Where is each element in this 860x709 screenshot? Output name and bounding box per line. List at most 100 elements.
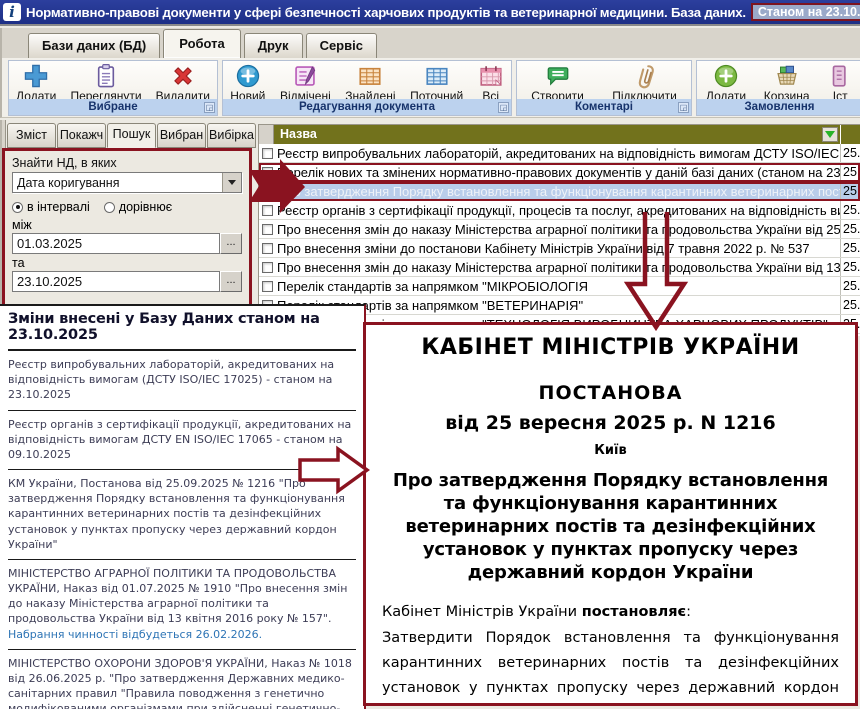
dropdown-value: Дата коригування <box>13 173 222 192</box>
date-from-input[interactable]: 01.03.2025 <box>12 233 220 254</box>
doc-marked-button[interactable]: Відмічені <box>276 62 335 104</box>
list-header-name: Назва <box>274 125 822 144</box>
doc-city: Київ <box>382 443 839 458</box>
date-to-input[interactable]: 23.10.2025 <box>12 271 220 292</box>
doc-body: Кабінет Міністрів України постановляє: З… <box>382 600 839 706</box>
status-date-badge: Станом на 23.10.2025 <box>751 3 860 21</box>
favorites-delete-button[interactable]: Видалити <box>152 62 214 104</box>
doc-title: Про затвердження Порядку встановлення та… <box>382 469 839 584</box>
menu-tab-databases[interactable]: Бази даних (БД) <box>28 33 160 58</box>
radio-interval-label: в інтервалі <box>27 200 90 214</box>
order-history-button[interactable]: Іст <box>823 62 857 104</box>
effective-date-note: Набрання чинності відбудеться 26.02.2026… <box>8 628 262 641</box>
list-item: МІНІСТЕРСТВО ОХОРОНИ ЗДОРОВ'Я УКРАЇНИ, Н… <box>8 650 356 709</box>
toolbar-group-title: Вибране <box>88 101 137 113</box>
toolbar-group-orders: Додати Корзина Іст Замовлення <box>696 60 860 116</box>
doc-all-button[interactable]: Всі <box>474 62 508 104</box>
table-row[interactable]: Про внесення змін до наказу Міністерства… <box>259 258 860 277</box>
table-row-selected[interactable]: Про затвердження Порядку встановлення та… <box>259 182 860 201</box>
row-checkbox[interactable] <box>262 281 273 292</box>
speech-bubble-icon <box>545 63 571 89</box>
toolbar-group-document-editing: Новий Відмічені Знайдені Поточний Всі <box>222 60 512 116</box>
add-circle-plus-icon <box>713 63 739 89</box>
doc-found-button[interactable]: Знайдені <box>341 62 399 104</box>
row-checkbox[interactable] <box>262 224 273 235</box>
sidebar-tab-search[interactable]: Пошук <box>107 123 156 148</box>
sidebar-tab-contents[interactable]: Зміст <box>7 123 56 148</box>
order-basket-button[interactable]: Корзина <box>760 62 814 104</box>
menu-tab-work[interactable]: Робота <box>163 29 241 58</box>
table-row[interactable]: Перелік нових та змінених нормативно-пра… <box>259 163 860 182</box>
doc-issuer-heading: КАБІНЕТ МІНІСТРІВ УКРАЇНИ <box>382 335 839 360</box>
doc-type-heading: ПОСТАНОВА <box>382 382 839 404</box>
new-circle-plus-icon <box>235 63 261 89</box>
table-row[interactable]: Про внесення змін до наказу Міністерства… <box>259 220 860 239</box>
comment-attach-button[interactable]: Підключити <box>608 62 681 104</box>
sidebar-tab-selected[interactable]: Вибран <box>157 123 206 148</box>
order-add-button[interactable]: Додати <box>702 62 750 104</box>
doc-new-button[interactable]: Новий <box>226 62 269 104</box>
titlebar: i Нормативно-правові документи у сфері б… <box>0 0 860 26</box>
history-icon <box>827 63 853 89</box>
search-field-dropdown[interactable]: Дата коригування <box>12 172 242 193</box>
sidebar-tab-selection[interactable]: Вибірка <box>207 123 256 148</box>
changes-panel-title: Зміни внесені у Базу Даних станом на 23.… <box>8 306 356 351</box>
toolbar-group-title: Коментарі <box>575 101 633 113</box>
row-checkbox[interactable] <box>262 205 273 216</box>
current-table-icon <box>424 63 450 89</box>
list-header-date <box>840 125 860 144</box>
chevron-down-icon[interactable] <box>222 173 241 192</box>
radio-equals[interactable]: дорівнює <box>104 200 172 214</box>
date-from-browse-button[interactable]: ... <box>220 233 242 254</box>
document-view: КАБІНЕТ МІНІСТРІВ УКРАЇНИ ПОСТАНОВА від … <box>363 322 858 706</box>
date-from-label: між <box>12 218 242 232</box>
comment-create-button[interactable]: Створити <box>527 62 588 104</box>
radio-dot-icon <box>104 202 115 213</box>
table-row[interactable]: Перелік стандартів за напрямком "МІКРОБІ… <box>259 277 860 296</box>
paperclip-icon <box>632 63 658 89</box>
favorites-view-button[interactable]: Переглянути <box>66 62 145 104</box>
table-row[interactable]: Реєстр органів з сертифікації продукції,… <box>259 201 860 220</box>
window-title: Нормативно-правові документи у сфері без… <box>26 5 746 20</box>
search-panel: Знайти НД, в яких Дата коригування в інт… <box>2 148 252 310</box>
doc-current-button[interactable]: Поточний <box>406 62 467 104</box>
list-item: КМ України, Постанова від 25.09.2025 № 1… <box>8 470 356 560</box>
app-icon: i <box>3 3 21 21</box>
dialog-launcher-icon[interactable]: ◲ <box>204 102 215 113</box>
doc-body-paragraph: Затвердити Порядок встановлення та функц… <box>382 626 839 706</box>
row-checkbox[interactable] <box>262 262 273 273</box>
list-header[interactable]: Назва <box>259 125 860 144</box>
sidebar-tab-index[interactable]: Покажч <box>57 123 106 148</box>
row-checkbox[interactable] <box>262 243 273 254</box>
toolbar-group-favorites: Додати Переглянути Видалити Вибране ◲ <box>8 60 218 116</box>
radio-interval[interactable]: в інтервалі <box>12 200 90 214</box>
menu-tab-print[interactable]: Друк <box>244 33 303 58</box>
row-checkbox[interactable] <box>262 167 273 178</box>
app-window: i Нормативно-правові документи у сфері б… <box>0 0 860 709</box>
sidebar-tabbar: Зміст Покажч Пошук Вибран Вибірка <box>7 123 257 148</box>
table-row[interactable]: Реєстр випробувальних лабораторій, акред… <box>259 144 860 163</box>
clipboard-icon <box>93 63 119 89</box>
delete-x-icon <box>170 63 196 89</box>
dialog-launcher-icon[interactable]: ◲ <box>678 102 689 113</box>
plus-icon <box>23 63 49 89</box>
radio-dot-icon <box>12 202 23 213</box>
doc-body-intro-line: Кабінет Міністрів України постановляє: <box>382 600 839 625</box>
search-field-label: Знайти НД, в яких <box>12 156 242 170</box>
dialog-launcher-icon[interactable]: ◲ <box>498 102 509 113</box>
toolbar-group-title: Замовлення <box>744 101 814 113</box>
menu-tab-service[interactable]: Сервіс <box>306 33 377 58</box>
table-row[interactable]: Про внесення зміни до постанови Кабінету… <box>259 239 860 258</box>
filter-icon[interactable] <box>822 127 838 142</box>
marked-list-icon <box>292 63 318 89</box>
row-checkbox[interactable] <box>262 148 273 159</box>
found-table-icon <box>357 63 383 89</box>
menu-tabbar: Бази даних (БД) Робота Друк Сервіс <box>0 28 860 58</box>
list-item: Реєстр випробувальних лабораторій, акред… <box>8 351 356 411</box>
favorites-add-button[interactable]: Додати <box>12 62 60 104</box>
row-checkbox[interactable] <box>262 186 273 197</box>
doc-date-number: від 25 вересня 2025 р. N 1216 <box>382 412 839 434</box>
date-to-browse-button[interactable]: ... <box>220 271 242 292</box>
all-calendar-icon <box>478 63 504 89</box>
list-item: МІНІСТЕРСТВО АГРАРНОЇ ПОЛІТИКИ ТА ПРОДОВ… <box>8 560 356 650</box>
